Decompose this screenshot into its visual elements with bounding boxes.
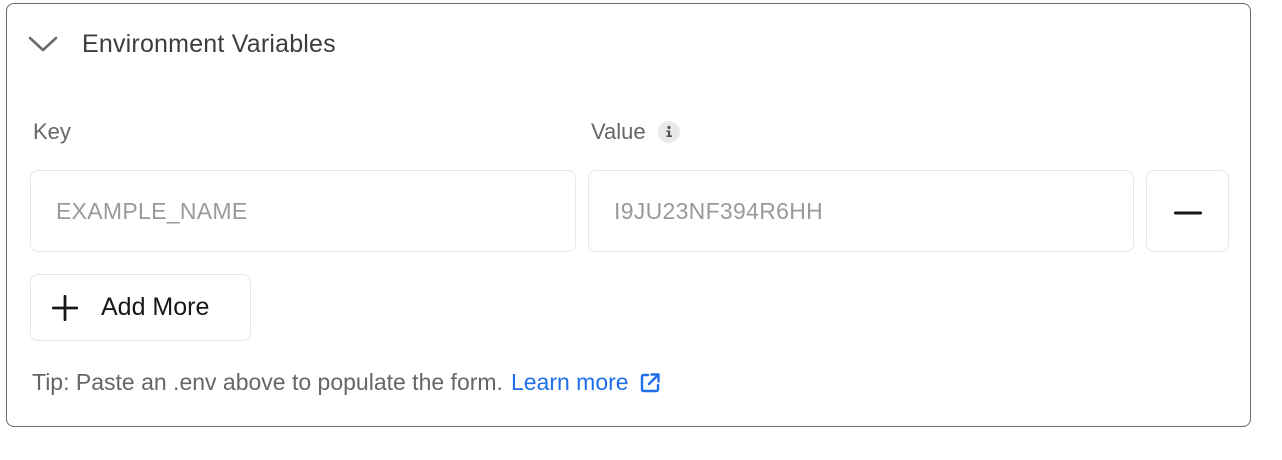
key-input[interactable] [30, 170, 576, 252]
chevron-down-icon[interactable] [26, 32, 60, 56]
learn-more-link[interactable]: Learn more [511, 369, 661, 396]
section-title: Environment Variables [82, 29, 336, 58]
info-icon[interactable] [657, 121, 680, 143]
add-more-button[interactable]: Add More [30, 274, 251, 341]
value-input[interactable] [588, 170, 1134, 252]
remove-row-button[interactable] [1146, 170, 1229, 252]
minus-icon [1173, 202, 1202, 220]
plus-icon [51, 294, 79, 322]
key-label-text: Key [33, 119, 71, 144]
section-header[interactable]: Environment Variables [26, 22, 336, 66]
tip-text: Tip: Paste an .env above to populate the… [32, 369, 503, 395]
value-label: Value [591, 119, 680, 145]
add-more-label: Add More [101, 293, 210, 321]
key-label: Key [33, 119, 71, 145]
external-link-icon [639, 372, 661, 394]
tip-text-row: Tip: Paste an .env above to populate the… [32, 369, 661, 396]
learn-more-label: Learn more [510, 369, 629, 395]
value-label-text: Value [591, 119, 646, 144]
